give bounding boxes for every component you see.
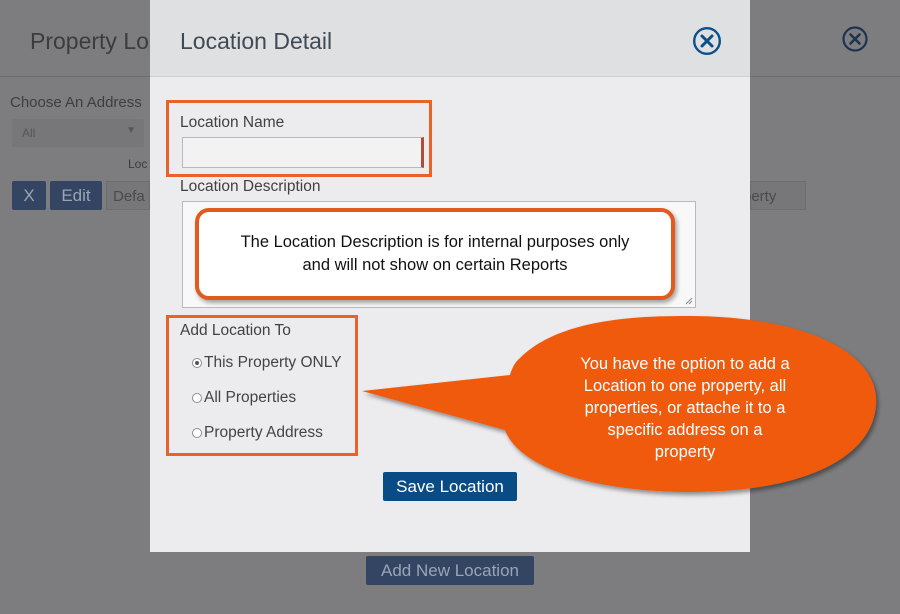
- options-callout-text: You have the option to add a Location to…: [520, 340, 850, 475]
- options-callout-bubble: [362, 316, 877, 492]
- options-callout-line: properties, or attache it to a: [584, 398, 786, 417]
- options-callout-line: You have the option to add a: [580, 354, 790, 373]
- options-callout-line: Location to one property, all: [583, 376, 787, 395]
- options-callout-line: property: [654, 442, 716, 461]
- options-callout-line: specific address on a: [607, 420, 763, 439]
